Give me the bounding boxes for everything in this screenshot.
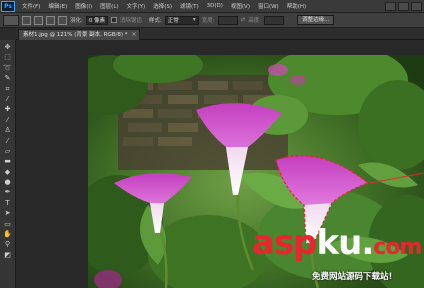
intersect-selection-icon[interactable] (58, 15, 67, 25)
feather-label: 羽化: (70, 18, 83, 24)
tools-panel: ✥ ⬚ ➰ ✎ ⌗ ⁄ ✚ ⁄ ♙ ⁄ ▱ ▬ ◆ ● ✒ T ➤ ▭ ✋ ⚲ ◩ (0, 40, 16, 288)
pen-icon[interactable]: ✒ (2, 188, 14, 197)
refine-edge-button[interactable]: 调整边缘... (297, 15, 335, 25)
maximize-button[interactable] (398, 1, 409, 11)
watermark-ku: ku (316, 223, 363, 263)
quick-select-icon[interactable]: ✎ (2, 74, 14, 83)
menu-bar: Ps 文件(F) 编辑(E) 图像(I) 图层(L) 文字(Y) 选择(S) 滤… (0, 0, 424, 13)
document-tab-title: 素材1.jpg @ 121% (背景 副本, RGB/8) * (23, 32, 128, 38)
document-tab[interactable]: 素材1.jpg @ 121% (背景 副本, RGB/8) * × (18, 29, 141, 40)
menu-filter[interactable]: 滤镜(T) (176, 2, 203, 10)
subtract-selection-icon[interactable] (46, 15, 55, 25)
crop-icon[interactable]: ⌗ (2, 85, 14, 94)
watermark-logo: aspku.com (252, 223, 422, 265)
menu-layer[interactable]: 图层(L) (96, 2, 122, 10)
menu-file[interactable]: 文件(F) (18, 2, 44, 10)
height-input[interactable] (264, 15, 285, 25)
photoshop-logo-icon: Ps (1, 0, 15, 12)
menu-help[interactable]: 帮助(H) (283, 2, 310, 10)
antialias-label: 消除锯齿 (119, 18, 142, 24)
watermark-com: com (373, 235, 422, 260)
type-icon[interactable]: T (2, 199, 14, 208)
foreground-color-icon[interactable]: ◩ (2, 251, 14, 260)
move-icon[interactable]: ✥ (2, 43, 14, 52)
antialias-checkbox[interactable] (110, 17, 117, 23)
tool-preset-picker[interactable] (3, 14, 19, 26)
zoom-icon[interactable]: ⚲ (2, 240, 14, 249)
menu-select[interactable]: 选择(S) (149, 2, 176, 10)
path-select-icon[interactable]: ➤ (2, 209, 14, 218)
menu-window[interactable]: 窗口(W) (254, 2, 283, 10)
menu-image[interactable]: 图像(I) (71, 2, 96, 10)
width-input[interactable] (217, 15, 238, 25)
watermark-subtitle: 免费网站源码下载站! (312, 272, 393, 282)
watermark-dot: . (361, 223, 374, 263)
style-label: 样式: (148, 18, 162, 24)
healing-icon[interactable]: ✚ (2, 105, 14, 114)
menu-edit[interactable]: 编辑(E) (44, 2, 71, 10)
brush-icon[interactable]: ⁄ (2, 116, 14, 125)
clone-stamp-icon[interactable]: ♙ (2, 126, 14, 135)
minimize-button[interactable] (385, 1, 396, 11)
feather-input[interactable]: 0 像素 (85, 15, 108, 25)
width-label: 宽度: (201, 18, 215, 24)
menu-type[interactable]: 文字(Y) (123, 2, 150, 10)
options-bar: 羽化: 0 像素 消除锯齿 样式: 正常 宽度: ⇄ 高度: 调整边缘... (0, 13, 424, 28)
menu-view[interactable]: 视图(V) (227, 2, 254, 10)
document-tab-strip: 素材1.jpg @ 121% (背景 副本, RGB/8) * × (16, 28, 424, 40)
menu-3d[interactable]: 3D(D) (203, 3, 227, 9)
watermark-asp: asp (252, 223, 318, 263)
gradient-icon[interactable]: ▬ (2, 157, 14, 166)
eyedropper-icon[interactable]: ⁄ (2, 95, 14, 104)
new-selection-icon[interactable] (22, 15, 31, 25)
close-tab-icon[interactable]: × (131, 30, 136, 40)
add-selection-icon[interactable] (34, 15, 43, 25)
history-brush-icon[interactable]: ⁄ (2, 137, 14, 146)
marquee-icon[interactable]: ⬚ (2, 53, 14, 62)
shape-icon[interactable]: ▭ (2, 220, 14, 229)
hand-icon[interactable]: ✋ (2, 230, 14, 239)
style-select[interactable]: 正常 (164, 15, 199, 25)
blur-icon[interactable]: ◆ (2, 168, 14, 177)
swap-icon[interactable]: ⇄ (241, 17, 246, 23)
lasso-icon[interactable]: ➰ (2, 64, 14, 73)
height-label: 高度: (248, 18, 262, 24)
dodge-icon[interactable]: ● (2, 178, 14, 187)
eraser-icon[interactable]: ▱ (2, 147, 14, 156)
close-window-button[interactable] (411, 1, 422, 11)
